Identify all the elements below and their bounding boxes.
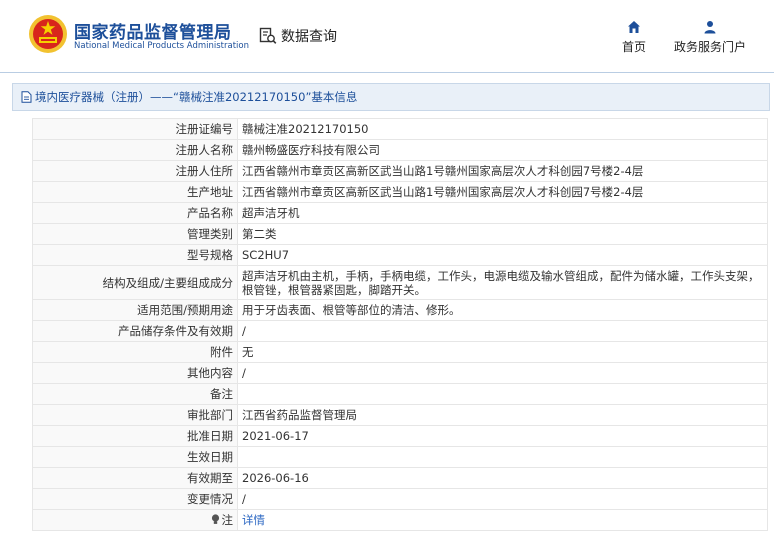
row-value: 赣械注准20212170150 [237, 118, 768, 140]
table-row: 备注 [32, 383, 768, 405]
row-value: 用于牙齿表面、根管等部位的清洁、修形。 [237, 299, 768, 321]
nav-home-label: 首页 [621, 40, 646, 54]
row-value: 江西省赣州市章贡区高新区武当山路1号赣州国家高层次人才科创园7号楼2-4层 [237, 181, 768, 203]
row-value: 无 [237, 341, 768, 363]
data-query-icon [259, 27, 277, 44]
table-row: 审批部门 江西省药品监督管理局 [32, 404, 768, 426]
table-row: 注册证编号 赣械注准20212170150 [32, 118, 768, 140]
row-label: 适用范围/预期用途 [32, 299, 238, 321]
row-label: 其他内容 [32, 362, 238, 384]
nav-gov-service-portal[interactable]: 政务服务门户 [668, 20, 752, 55]
row-label: 批准日期 [32, 425, 238, 447]
table-row: 适用范围/预期用途 用于牙齿表面、根管等部位的清洁、修形。 [32, 299, 768, 321]
national-emblem-logo[interactable] [28, 14, 68, 54]
table-row: 变更情况 / [32, 488, 768, 510]
row-value: / [237, 362, 768, 384]
data-query-link[interactable]: 数据查询 [259, 26, 337, 46]
registration-detail-table: 注册证编号 赣械注准20212170150 注册人名称 赣州畅盛医疗科技有限公司… [32, 118, 768, 531]
document-icon [21, 91, 32, 103]
note-label-cell: 注 [32, 509, 238, 531]
table-row: 产品储存条件及有效期 / [32, 320, 768, 342]
row-value: 江西省赣州市章贡区高新区武当山路1号赣州国家高层次人才科创园7号楼2-4层 [237, 160, 768, 182]
row-label: 注册证编号 [32, 118, 238, 140]
table-row: 生产地址 江西省赣州市章贡区高新区武当山路1号赣州国家高层次人才科创园7号楼2-… [32, 181, 768, 203]
row-value: 2021-06-17 [237, 425, 768, 447]
row-value: 第二类 [237, 223, 768, 245]
agency-name-en: National Medical Products Administration [74, 41, 249, 51]
table-row: 注 详情 [32, 509, 768, 531]
row-value: 2026-06-16 [237, 467, 768, 489]
table-row: 批准日期 2021-06-17 [32, 425, 768, 447]
table-row: 结构及组成/主要组成成分 超声洁牙机由主机，手柄，手柄电缆，工作头，电源电缆及输… [32, 265, 768, 300]
row-value: 赣州畅盛医疗科技有限公司 [237, 139, 768, 161]
row-label: 生效日期 [32, 446, 238, 468]
row-value: 江西省药品监督管理局 [237, 404, 768, 426]
row-label: 生产地址 [32, 181, 238, 203]
row-label: 产品名称 [32, 202, 238, 224]
table-row: 有效期至 2026-06-16 [32, 467, 768, 489]
table-row: 管理类别 第二类 [32, 223, 768, 245]
row-label: 有效期至 [32, 467, 238, 489]
row-label: 变更情况 [32, 488, 238, 510]
row-value-cell: 详情 [237, 509, 768, 531]
breadcrumb: 境内医疗器械（注册）——“赣械注准20212170150”基本信息 [12, 83, 770, 111]
row-label: 注册人住所 [32, 160, 238, 182]
details-link[interactable]: 详情 [242, 513, 265, 527]
row-label: 型号规格 [32, 244, 238, 266]
nav-home[interactable]: 首页 [616, 20, 652, 55]
table-row: 附件 无 [32, 341, 768, 363]
user-icon [704, 21, 716, 34]
row-label: 注 [221, 513, 234, 527]
row-label: 产品储存条件及有效期 [32, 320, 238, 342]
row-value: 超声洁牙机 [237, 202, 768, 224]
table-row: 其他内容 / [32, 362, 768, 384]
agency-name-cn: 国家药品监督管理局 [74, 23, 232, 43]
site-header: 国家药品监督管理局 National Medical Products Admi… [0, 0, 774, 73]
row-label: 管理类别 [32, 223, 238, 245]
row-value: / [237, 320, 768, 342]
breadcrumb-text: 境内医疗器械（注册）——“赣械注准20212170150”基本信息 [35, 90, 358, 104]
nav-gov-service-label: 政务服务门户 [673, 40, 746, 54]
row-label: 附件 [32, 341, 238, 363]
row-label: 注册人名称 [32, 139, 238, 161]
table-row: 注册人名称 赣州畅盛医疗科技有限公司 [32, 139, 768, 161]
table-row: 型号规格 SC2HU7 [32, 244, 768, 266]
data-query-label: 数据查询 [281, 29, 337, 45]
row-value [237, 446, 768, 468]
bulb-icon [211, 514, 219, 524]
row-value [237, 383, 768, 405]
table-row: 注册人住所 江西省赣州市章贡区高新区武当山路1号赣州国家高层次人才科创园7号楼2… [32, 160, 768, 182]
row-label: 结构及组成/主要组成成分 [32, 265, 238, 300]
row-label: 备注 [32, 383, 238, 405]
row-value: / [237, 488, 768, 510]
row-value: SC2HU7 [237, 244, 768, 266]
table-row: 产品名称 超声洁牙机 [32, 202, 768, 224]
table-row: 生效日期 [32, 446, 768, 468]
home-icon [628, 21, 640, 33]
row-label: 审批部门 [32, 404, 238, 426]
row-value: 超声洁牙机由主机，手柄，手柄电缆，工作头，电源电缆及输水管组成，配件为储水罐，工… [237, 265, 768, 300]
detail-panel: 境内医疗器械（注册）——“赣械注准20212170150”基本信息 注册证编号 … [12, 83, 770, 543]
